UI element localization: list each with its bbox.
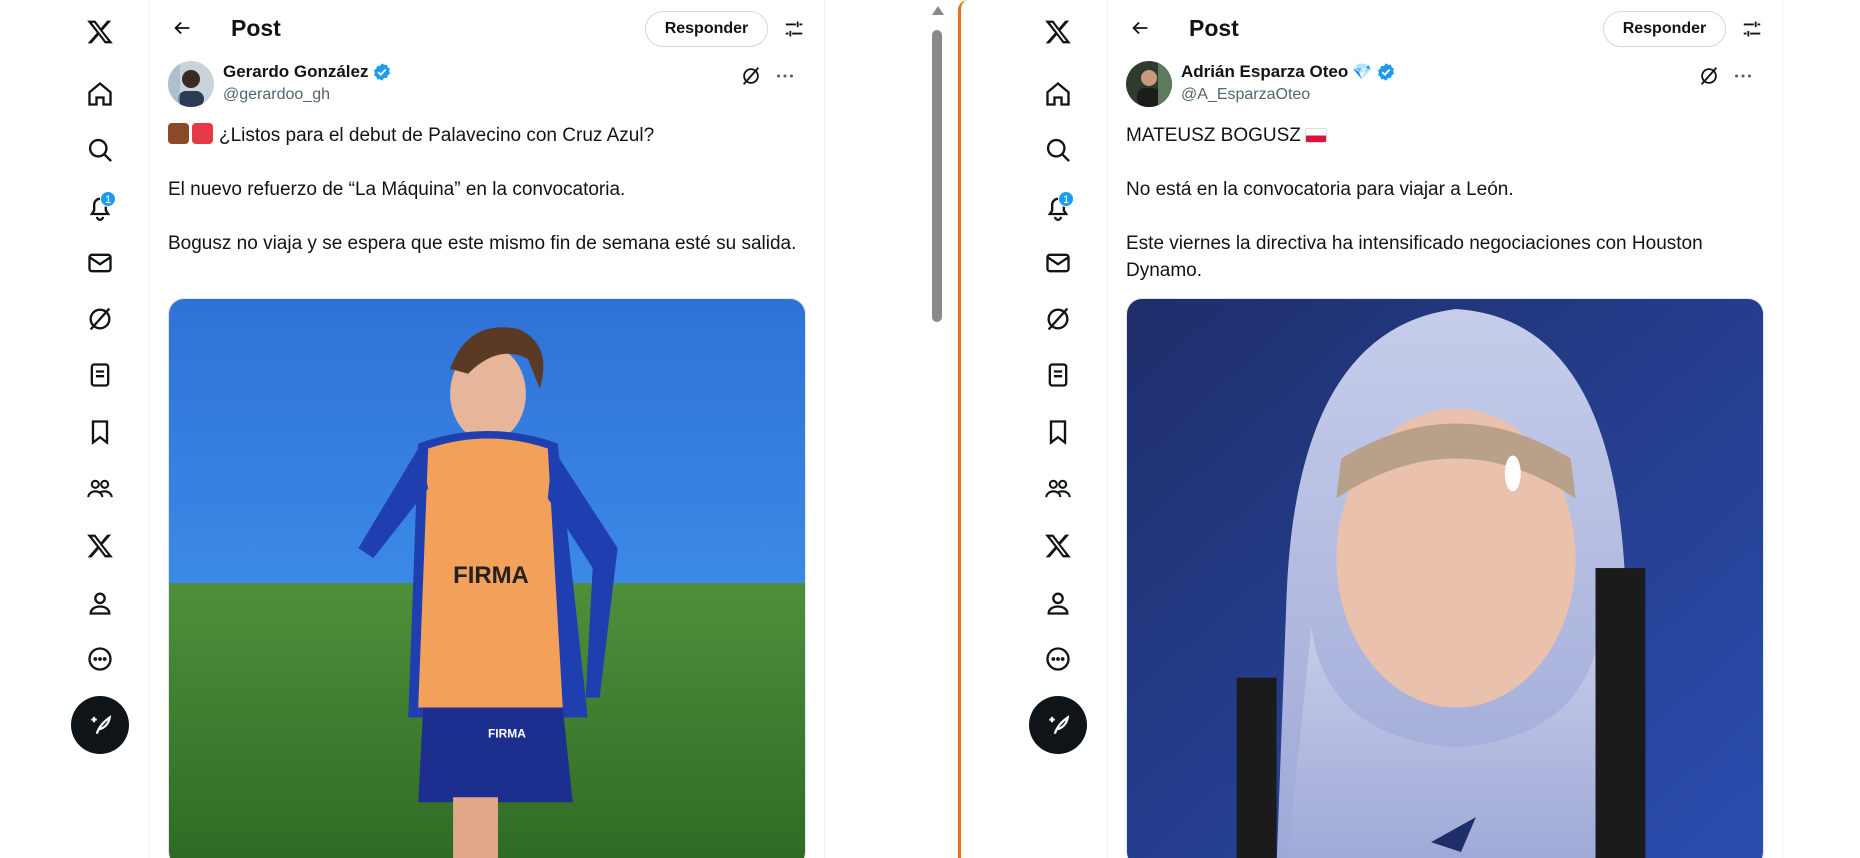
grok-icon[interactable] <box>1036 297 1080 341</box>
communities-icon[interactable] <box>1036 467 1080 511</box>
author-row: Adrián Esparza Oteo 💎 @A_EsparzaOteo <box>1126 61 1766 109</box>
grok-icon[interactable] <box>78 297 122 341</box>
reply-button[interactable]: Responder <box>1603 11 1726 47</box>
tweet-paragraph: ¿Listos para el debut de Palavecino con … <box>168 122 798 149</box>
notification-badge: 1 <box>100 191 116 207</box>
x-logo-icon[interactable] <box>78 10 122 54</box>
train-emoji-icon <box>168 123 189 144</box>
author-name[interactable]: Gerardo González <box>223 62 368 82</box>
mail-icon[interactable] <box>78 241 122 285</box>
tweet-paragraph: No está en la convocatoria para viajar a… <box>1126 179 1514 200</box>
poland-flag-icon <box>1304 128 1327 143</box>
bell-icon[interactable]: 1 <box>78 185 122 229</box>
lists-icon[interactable] <box>78 353 122 397</box>
post-header: Post Responder <box>150 0 824 56</box>
tweet-paragraph: Bogusz no viaja y se espera que este mis… <box>168 233 797 254</box>
right-column: 1 Post Responder Adrián Esparza Oteo 💎 @… <box>958 0 1860 858</box>
tweet-paragraph: MATEUSZ BOGUSZ <box>1126 122 1756 149</box>
bookmark-icon[interactable] <box>78 410 122 454</box>
more-options-icon[interactable] <box>772 63 798 89</box>
sidebar-nav: 1 <box>0 0 150 858</box>
more-circle-icon[interactable] <box>78 637 122 681</box>
sidebar-nav: 1 <box>961 0 1108 858</box>
reply-button[interactable]: Responder <box>645 11 768 47</box>
profile-icon[interactable] <box>78 581 122 625</box>
tweet-paragraph: Este viernes la directiva ha intensifica… <box>1126 233 1703 281</box>
siren-emoji-icon <box>192 123 213 144</box>
post-header: Post Responder <box>1108 0 1782 56</box>
grok-icon[interactable] <box>1696 63 1722 89</box>
page-title: Post <box>231 15 281 41</box>
post-column: Post Responder Adrián Esparza Oteo 💎 @A_… <box>1108 0 1783 858</box>
search-icon[interactable] <box>78 128 122 172</box>
author-handle[interactable]: @A_EsparzaOteo <box>1181 86 1310 104</box>
tweet-image[interactable] <box>1126 298 1764 858</box>
tweet-text: MATEUSZ BOGUSZ No está en la convocatori… <box>1126 122 1756 311</box>
avatar[interactable] <box>168 61 214 107</box>
back-arrow-icon[interactable] <box>1122 10 1158 46</box>
author-name[interactable]: Adrián Esparza Oteo <box>1181 62 1348 82</box>
compose-post-button[interactable] <box>71 696 129 754</box>
scroll-up-arrow-icon[interactable] <box>932 6 944 15</box>
search-icon[interactable] <box>1036 128 1080 172</box>
premium-icon[interactable] <box>78 524 122 568</box>
tweet-paragraph: El nuevo refuerzo de “La Máquina” en la … <box>168 179 626 200</box>
media-text: FIRMA <box>488 726 526 740</box>
more-circle-icon[interactable] <box>1036 637 1080 681</box>
filter-sliders-icon[interactable] <box>1736 13 1768 45</box>
grok-icon[interactable] <box>738 63 764 89</box>
left-column: 1 Post Responder Gerardo González @gerar… <box>0 0 958 858</box>
media-text: FIRMA <box>453 562 529 589</box>
more-options-icon[interactable] <box>1730 63 1756 89</box>
notification-badge: 1 <box>1058 191 1074 207</box>
tweet-text: ¿Listos para el debut de Palavecino con … <box>168 122 798 284</box>
feather-plus-icon <box>1049 715 1070 735</box>
author-handle[interactable]: @gerardoo_gh <box>223 86 330 104</box>
tweet-image[interactable]: FIRMA FIRMA <box>168 298 806 858</box>
feather-plus-icon <box>91 715 112 735</box>
home-icon[interactable] <box>78 72 122 116</box>
diamond-emoji-icon: 💎 <box>1352 64 1373 81</box>
x-logo-icon[interactable] <box>1036 10 1080 54</box>
verified-badge-icon <box>1376 62 1396 82</box>
home-icon[interactable] <box>1036 72 1080 116</box>
scrollbar[interactable] <box>928 0 948 858</box>
communities-icon[interactable] <box>78 467 122 511</box>
filter-sliders-icon[interactable] <box>778 13 810 45</box>
mail-icon[interactable] <box>1036 241 1080 285</box>
bell-icon[interactable]: 1 <box>1036 185 1080 229</box>
verified-badge-icon <box>372 62 392 82</box>
lists-icon[interactable] <box>1036 353 1080 397</box>
compose-post-button[interactable] <box>1029 696 1087 754</box>
author-row: Gerardo González @gerardoo_gh <box>168 61 808 109</box>
post-column: Post Responder Gerardo González @gerardo… <box>150 0 825 858</box>
profile-icon[interactable] <box>1036 581 1080 625</box>
back-arrow-icon[interactable] <box>164 10 200 46</box>
page-title: Post <box>1189 15 1239 41</box>
scroll-thumb[interactable] <box>932 30 942 322</box>
bookmark-icon[interactable] <box>1036 410 1080 454</box>
premium-icon[interactable] <box>1036 524 1080 568</box>
avatar[interactable] <box>1126 61 1172 107</box>
